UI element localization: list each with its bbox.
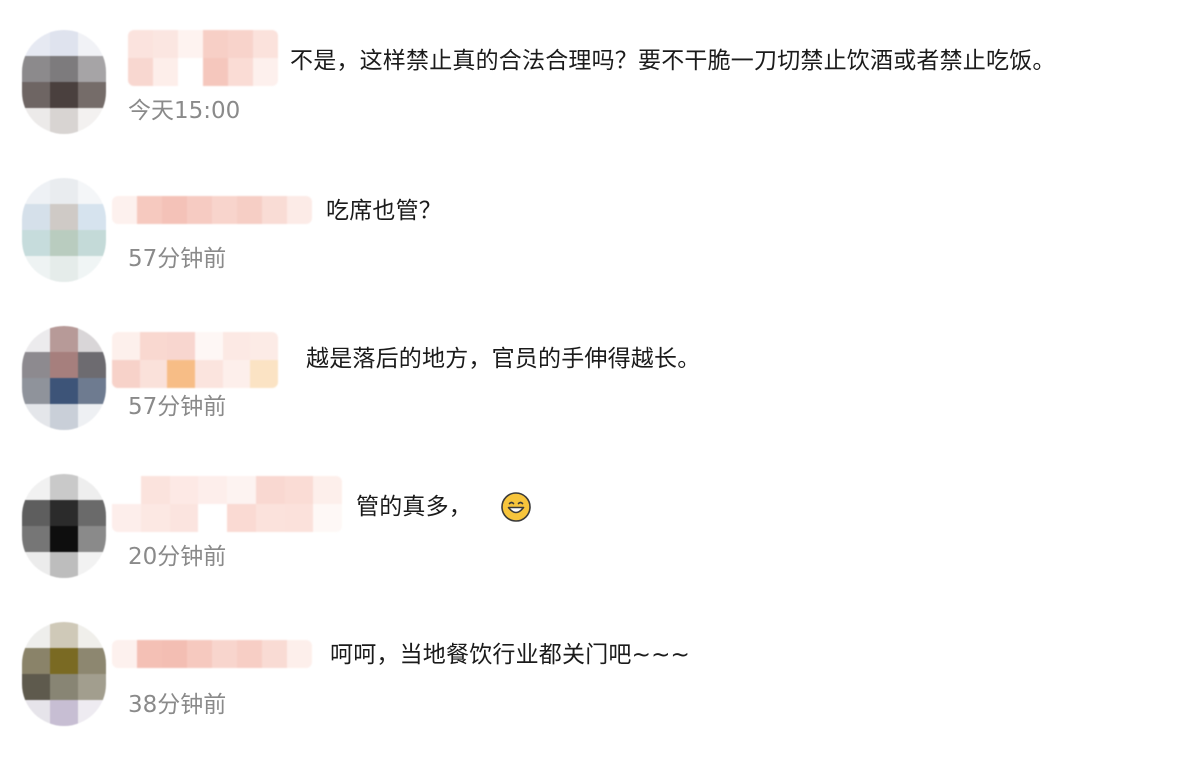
comment-timestamp: 57分钟前 <box>128 394 227 420</box>
comment-text: 呵呵，当地餐饮行业都关门吧~~~ <box>330 642 691 668</box>
avatar[interactable] <box>22 178 106 282</box>
comment-text: 不是，这样禁止真的合法合理吗？要不干脆一刀切禁止饮酒或者禁止吃饭。 <box>290 48 1056 74</box>
grinning-face-icon <box>501 492 531 522</box>
comment-item: 呵呵，当地餐饮行业都关门吧~~~ 38分钟前 <box>0 614 1200 734</box>
avatar[interactable] <box>22 622 106 726</box>
comment-item: 管的真多， 20分钟前 <box>0 466 1200 586</box>
avatar[interactable] <box>22 474 106 578</box>
comment-timestamp: 今天15:00 <box>128 98 241 124</box>
username-blurred[interactable] <box>112 332 278 388</box>
avatar[interactable] <box>22 326 106 430</box>
comment-timestamp: 38分钟前 <box>128 692 227 718</box>
username-blurred[interactable] <box>112 196 312 224</box>
comment-timestamp: 57分钟前 <box>128 246 227 272</box>
avatar[interactable] <box>22 30 106 134</box>
username-blurred[interactable] <box>112 476 342 532</box>
comment-text: 管的真多， <box>356 494 472 520</box>
comment-item: 吃席也管？ 57分钟前 <box>0 170 1200 290</box>
username-blurred[interactable] <box>128 30 278 86</box>
comment-text: 越是落后的地方，官员的手伸得越长。 <box>306 346 701 372</box>
comment-item: 越是落后的地方，官员的手伸得越长。 57分钟前 <box>0 318 1200 438</box>
comment-text: 吃席也管？ <box>326 198 442 224</box>
comment-item: 不是，这样禁止真的合法合理吗？要不干脆一刀切禁止饮酒或者禁止吃饭。 今天15:0… <box>0 22 1200 142</box>
username-blurred[interactable] <box>112 640 312 668</box>
comment-timestamp: 20分钟前 <box>128 544 227 570</box>
